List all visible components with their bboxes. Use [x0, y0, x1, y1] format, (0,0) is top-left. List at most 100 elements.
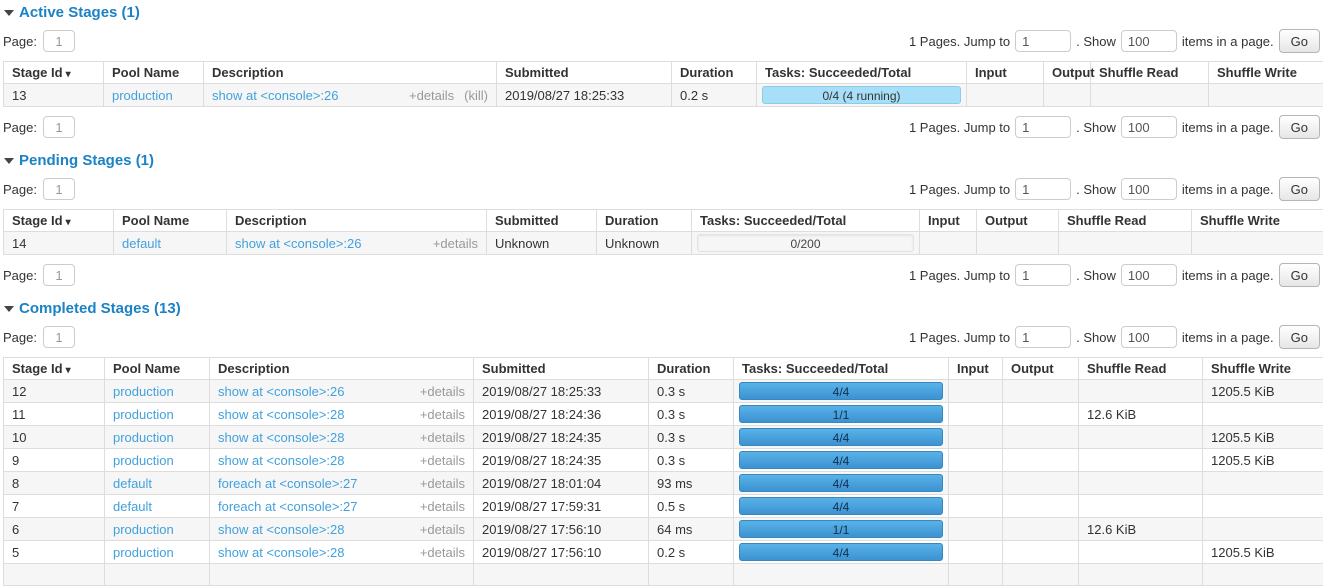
pool-name-link[interactable]: default	[113, 476, 152, 491]
column-header-input[interactable]: Input	[949, 358, 1003, 380]
column-header-stage-id[interactable]: Stage Id▾	[4, 358, 105, 380]
column-header-stage-id[interactable]: Stage Id▾	[4, 62, 104, 84]
column-header-shuffle-read[interactable]: Shuffle Read	[1079, 358, 1203, 380]
description-link[interactable]: show at <console>:28	[218, 430, 344, 445]
go-button[interactable]: Go	[1279, 325, 1320, 349]
go-button[interactable]: Go	[1279, 115, 1320, 139]
jump-to-page-input[interactable]	[1015, 116, 1071, 138]
pending-stages-header[interactable]: Pending Stages (1)	[4, 152, 1320, 169]
column-header-output[interactable]: Output	[1044, 62, 1091, 84]
completed-stages-header[interactable]: Completed Stages (13)	[4, 300, 1320, 317]
column-header-output[interactable]: Output	[977, 210, 1059, 232]
pool-name-link[interactable]: production	[113, 453, 174, 468]
column-header-shuffle-write[interactable]: Shuffle Write	[1209, 62, 1323, 84]
description-link[interactable]: show at <console>:28	[218, 453, 344, 468]
pool-name-link[interactable]: production	[113, 545, 174, 560]
shuffle-write-cell	[1209, 84, 1323, 107]
details-toggle[interactable]: +details	[420, 476, 465, 491]
column-header-description[interactable]: Description	[204, 62, 497, 84]
description-link[interactable]: show at <console>:26	[218, 384, 344, 399]
column-header-tasks-succeeded-total[interactable]: Tasks: Succeeded/Total	[734, 358, 949, 380]
go-button[interactable]: Go	[1279, 177, 1320, 201]
column-header-tasks-succeeded-total[interactable]: Tasks: Succeeded/Total	[692, 210, 920, 232]
duration-cell: 0.2 s	[672, 84, 757, 107]
page-number-input[interactable]	[43, 30, 75, 52]
go-button[interactable]: Go	[1279, 263, 1320, 287]
column-header-pool-name[interactable]: Pool Name	[105, 358, 210, 380]
items-per-page-input[interactable]	[1121, 178, 1177, 200]
column-header-stage-id[interactable]: Stage Id▾	[4, 210, 114, 232]
pool-name-cell: production	[105, 426, 210, 449]
items-per-page-input[interactable]	[1121, 264, 1177, 286]
shuffle-read-cell	[1079, 472, 1203, 495]
items-per-page-input[interactable]	[1121, 116, 1177, 138]
details-toggle[interactable]: +details	[420, 384, 465, 399]
description-actions: +details	[433, 236, 478, 251]
pool-name-link[interactable]: production	[113, 522, 174, 537]
column-header-submitted[interactable]: Submitted	[497, 62, 672, 84]
details-toggle[interactable]: +details	[420, 522, 465, 537]
tasks-cell: 4/4	[734, 449, 949, 472]
column-header-shuffle-write[interactable]: Shuffle Write	[1203, 358, 1323, 380]
jump-to-page-input[interactable]	[1015, 178, 1071, 200]
column-header-shuffle-read[interactable]: Shuffle Read	[1091, 62, 1209, 84]
details-toggle[interactable]: +details	[420, 545, 465, 560]
details-toggle[interactable]: +details	[433, 236, 478, 251]
pool-name-link[interactable]: production	[113, 407, 174, 422]
description-link[interactable]: show at <console>:26	[212, 88, 338, 103]
items-per-page-input[interactable]	[1121, 30, 1177, 52]
pool-name-link[interactable]: default	[122, 236, 161, 251]
description-link[interactable]: show at <console>:28	[218, 545, 344, 560]
pool-name-link[interactable]: production	[112, 88, 173, 103]
details-toggle[interactable]: +details	[420, 430, 465, 445]
details-toggle[interactable]: +details	[409, 88, 454, 103]
task-progress-bar: 4/4	[739, 428, 943, 446]
column-header-tasks-succeeded-total[interactable]: Tasks: Succeeded/Total	[757, 62, 967, 84]
task-progress-bar: 1/1	[739, 405, 943, 423]
jump-to-page-input[interactable]	[1015, 264, 1071, 286]
column-header-shuffle-read[interactable]: Shuffle Read	[1059, 210, 1192, 232]
active-stages-header[interactable]: Active Stages (1)	[4, 4, 1320, 21]
column-header-input[interactable]: Input	[920, 210, 977, 232]
kill-link[interactable]: (kill)	[464, 88, 488, 103]
column-header-pool-name[interactable]: Pool Name	[114, 210, 227, 232]
description-link[interactable]: show at <console>:28	[218, 407, 344, 422]
description-link[interactable]: show at <console>:26	[235, 236, 361, 251]
jump-to-page-input[interactable]	[1015, 30, 1071, 52]
page-number-input[interactable]	[43, 326, 75, 348]
column-header-description[interactable]: Description	[227, 210, 487, 232]
go-button[interactable]: Go	[1279, 29, 1320, 53]
description-link[interactable]: foreach at <console>:27	[218, 476, 358, 491]
shuffle-write-cell	[1203, 403, 1323, 426]
column-header-output[interactable]: Output	[1003, 358, 1079, 380]
jump-to-page-input[interactable]	[1015, 326, 1071, 348]
details-toggle[interactable]: +details	[420, 407, 465, 422]
pool-name-link[interactable]: production	[113, 384, 174, 399]
column-header-submitted[interactable]: Submitted	[487, 210, 597, 232]
items-suffix-text: items in a page.	[1182, 182, 1274, 197]
shuffle-read-cell	[1059, 232, 1192, 255]
section-title-text: Active Stages (1)	[19, 4, 140, 21]
column-header-pool-name[interactable]: Pool Name	[104, 62, 204, 84]
column-header-description[interactable]: Description	[210, 358, 474, 380]
page-number-input[interactable]	[43, 116, 75, 138]
output-cell	[977, 232, 1059, 255]
pool-name-link[interactable]: default	[113, 499, 152, 514]
description-link[interactable]: show at <console>:28	[218, 522, 344, 537]
details-toggle[interactable]: +details	[420, 499, 465, 514]
column-header-duration[interactable]: Duration	[597, 210, 692, 232]
column-header-input[interactable]: Input	[967, 62, 1044, 84]
pool-name-link[interactable]: production	[113, 430, 174, 445]
input-cell	[949, 541, 1003, 564]
page-number-input[interactable]	[43, 264, 75, 286]
items-per-page-input[interactable]	[1121, 326, 1177, 348]
description-link[interactable]: foreach at <console>:27	[218, 499, 358, 514]
column-header-shuffle-write[interactable]: Shuffle Write	[1192, 210, 1323, 232]
pager-row: Page: 1 Pages. Jump to . Show items in a…	[3, 176, 1320, 202]
page-number-input[interactable]	[43, 178, 75, 200]
description-wrap: show at <console>:28 +details	[218, 545, 465, 560]
column-header-duration[interactable]: Duration	[649, 358, 734, 380]
column-header-duration[interactable]: Duration	[672, 62, 757, 84]
details-toggle[interactable]: +details	[420, 453, 465, 468]
column-header-submitted[interactable]: Submitted	[474, 358, 649, 380]
